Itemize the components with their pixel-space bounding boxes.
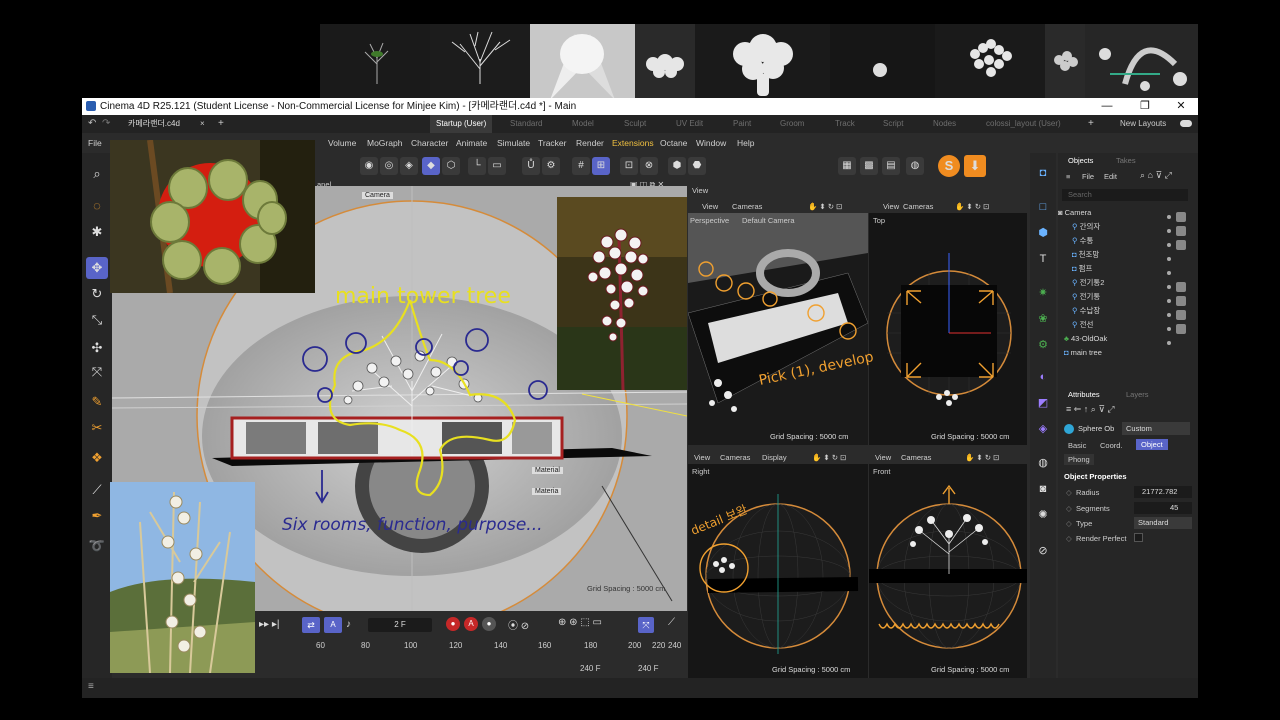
blue-circle-annotations (302, 328, 548, 403)
blue-arrow-annotation (315, 470, 329, 504)
pick-develop-annotation: Pick (1), develop (758, 349, 876, 389)
yellow-outline-annotation (328, 299, 517, 497)
detail-annotation: detail 보완 (689, 502, 750, 537)
annotation-overlay: main tower tree Six rooms, function, pur… (282, 284, 876, 538)
main-tower-tree-annotation: main tower tree (335, 284, 511, 309)
six-rooms-annotation: Six rooms, function, purpose... (282, 515, 543, 535)
